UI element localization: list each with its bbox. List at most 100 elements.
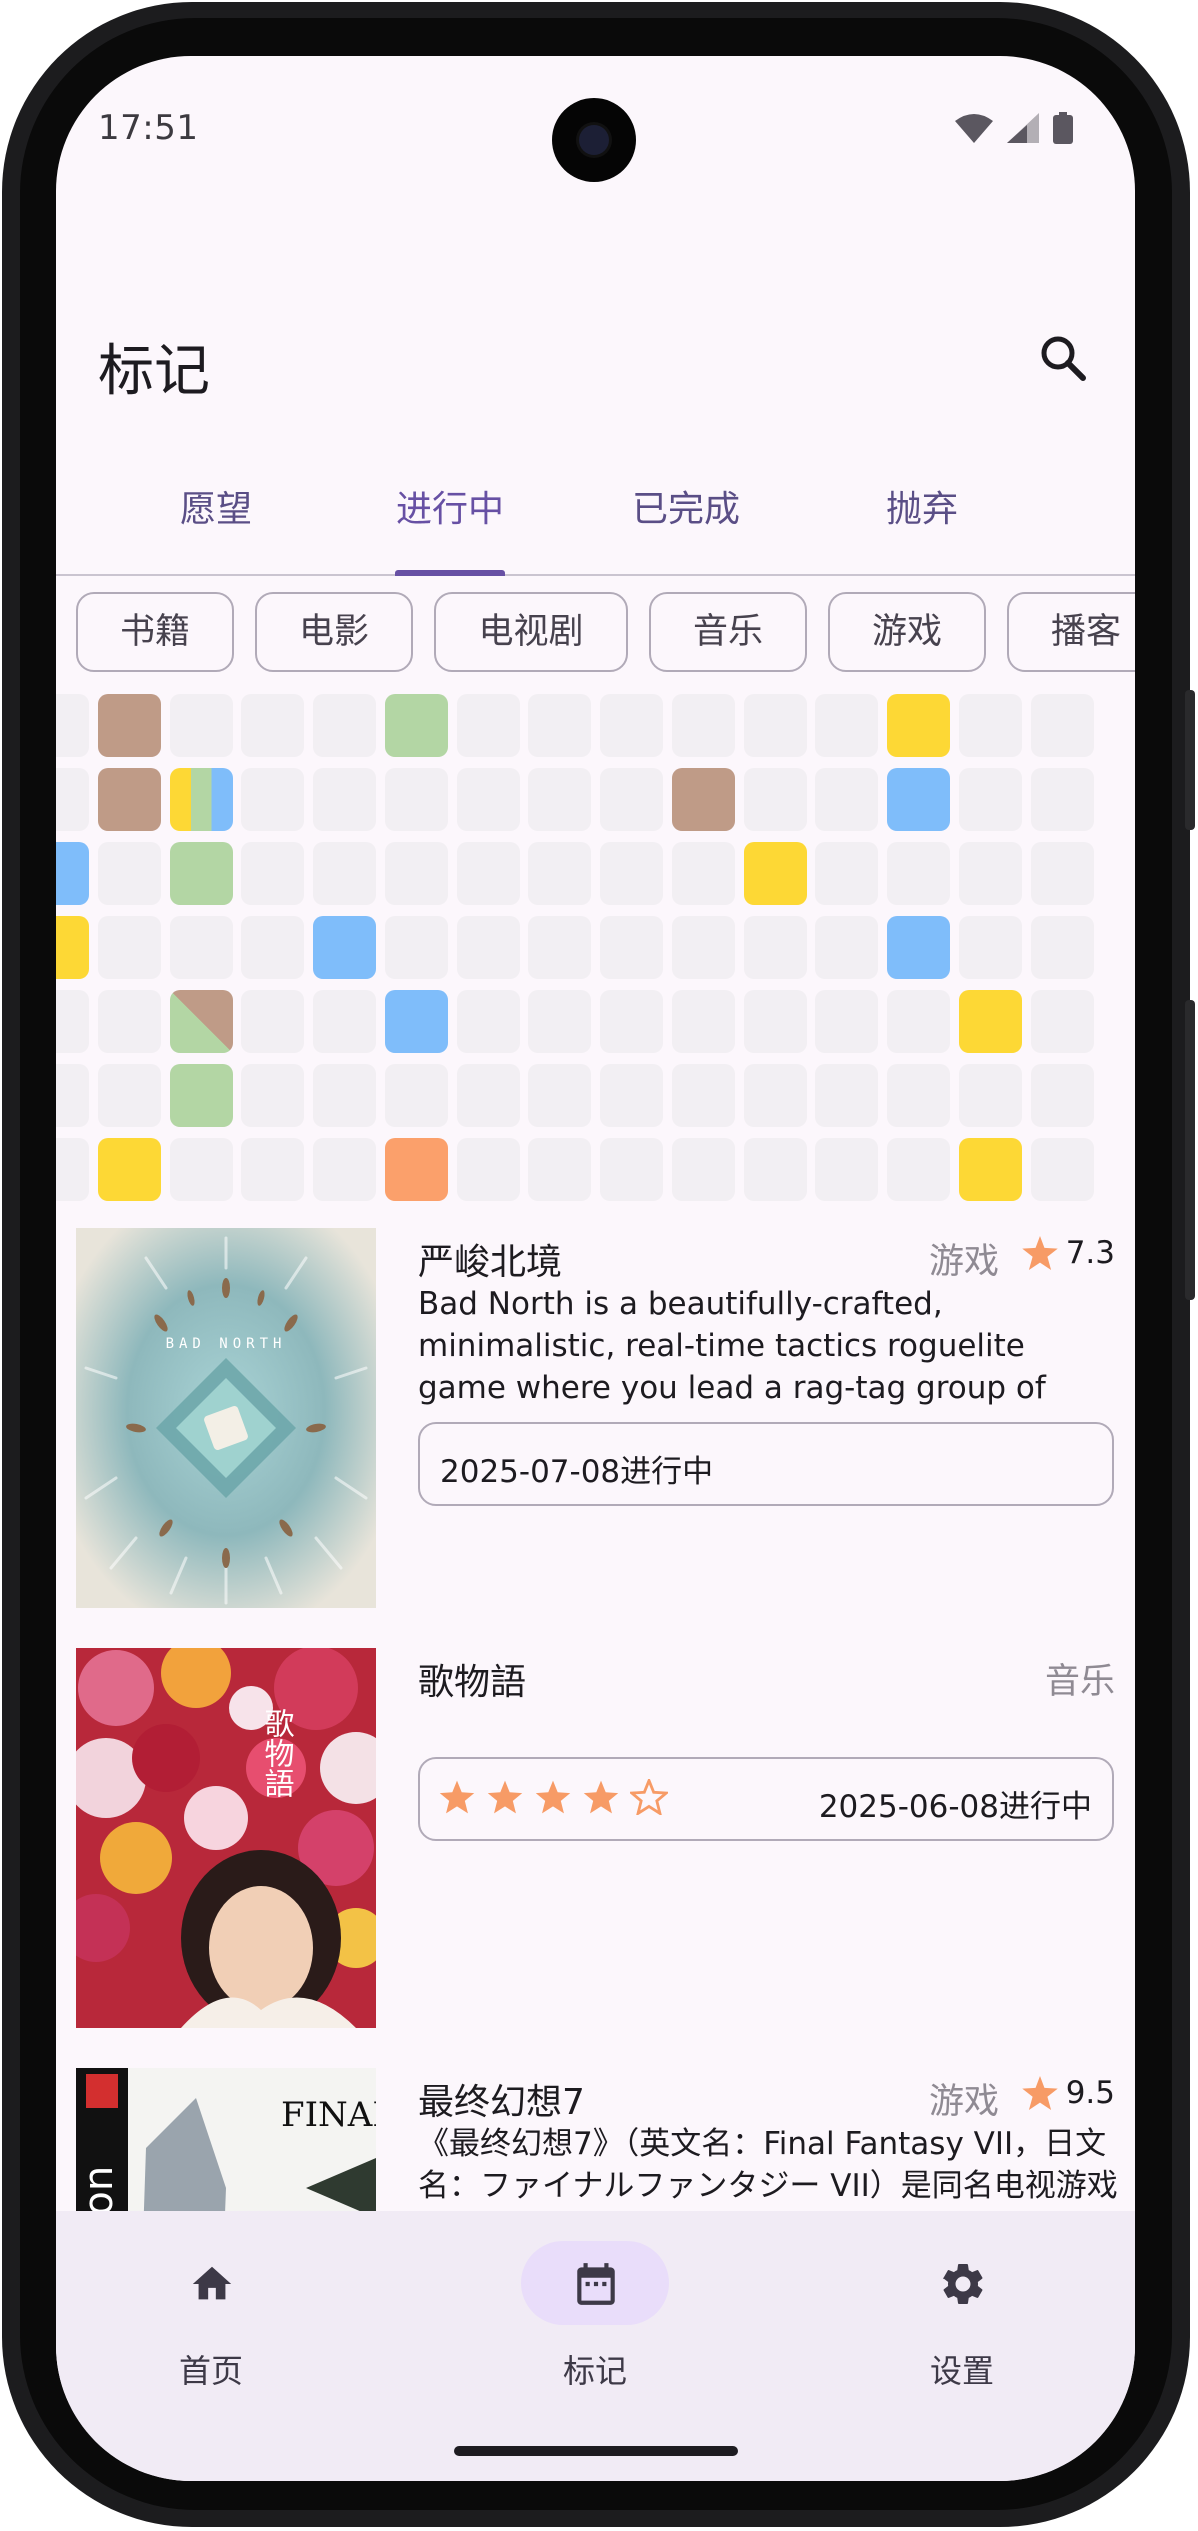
item-title: 严峻北境 bbox=[418, 1242, 563, 1283]
heatmap-cell bbox=[528, 694, 592, 757]
rating-value: 7.3 bbox=[1065, 1235, 1115, 1271]
heatmap-cell bbox=[600, 990, 664, 1054]
heatmap-cell bbox=[528, 1138, 592, 1202]
cover-image: BAD NORTH bbox=[76, 1228, 376, 1608]
heatmap-cell bbox=[600, 694, 664, 757]
heatmap-cell bbox=[456, 768, 520, 832]
heatmap-cell bbox=[56, 842, 89, 906]
heatmap-cell bbox=[743, 1138, 807, 1202]
heatmap-cell bbox=[528, 1064, 592, 1128]
heatmap-cell bbox=[241, 842, 305, 906]
heatmap-cell bbox=[56, 990, 89, 1054]
heatmap-cell bbox=[815, 990, 879, 1054]
star-filled-icon[interactable] bbox=[486, 1779, 524, 1815]
heatmap-cell bbox=[313, 916, 377, 980]
heatmap-cell bbox=[600, 768, 664, 832]
heatmap-cell bbox=[887, 1138, 951, 1202]
nav-home[interactable]: 首页 bbox=[61, 2211, 361, 2411]
item-status[interactable]: 2025-06-08进行中 bbox=[418, 1757, 1114, 1841]
nav-settings[interactable]: 设置 bbox=[812, 2211, 1112, 2411]
heatmap-cell bbox=[958, 842, 1022, 906]
heatmap-cell bbox=[958, 916, 1022, 980]
heatmap-cell bbox=[169, 1138, 233, 1202]
heatmap-cell bbox=[671, 694, 735, 757]
chip-books[interactable]: 书籍 bbox=[76, 592, 234, 672]
heatmap-cell bbox=[384, 916, 448, 980]
nav-settings-label: 设置 bbox=[929, 2352, 994, 2390]
heatmap-cell bbox=[743, 916, 807, 980]
heatmap-cell bbox=[313, 694, 377, 757]
nav-marks[interactable]: 标记 bbox=[445, 2211, 745, 2411]
heatmap-cell bbox=[56, 1138, 89, 1202]
heatmap-cell bbox=[887, 990, 951, 1054]
heatmap-cell bbox=[1030, 694, 1094, 757]
cover-text: 歌物語 bbox=[259, 1708, 295, 1798]
heatmap-cell bbox=[743, 842, 807, 906]
item-category: 游戏 bbox=[928, 2082, 999, 2122]
heatmap-cell bbox=[456, 1064, 520, 1128]
heatmap-cell bbox=[743, 1064, 807, 1128]
heatmap-cell bbox=[241, 1138, 305, 1202]
status-time: 17:51 bbox=[98, 108, 199, 148]
heatmap-cell bbox=[1030, 842, 1094, 906]
chip-tv[interactable]: 电视剧 bbox=[434, 592, 628, 672]
heatmap-cell bbox=[958, 694, 1022, 757]
search-icon[interactable] bbox=[1035, 330, 1091, 386]
heatmap-cell bbox=[671, 990, 735, 1054]
star-filled-icon[interactable] bbox=[438, 1779, 476, 1815]
star-icon bbox=[1021, 2076, 1058, 2110]
heatmap-cell bbox=[241, 1064, 305, 1128]
heatmap-cell bbox=[743, 768, 807, 832]
heatmap-cell bbox=[241, 768, 305, 832]
heatmap-cell bbox=[958, 1138, 1022, 1202]
heatmap-cell bbox=[97, 694, 161, 757]
chip-music[interactable]: 音乐 bbox=[649, 592, 807, 672]
heatmap-cell bbox=[887, 1064, 951, 1128]
item-status[interactable]: 2025-07-08进行中 bbox=[418, 1422, 1114, 1506]
heatmap-cell bbox=[600, 1138, 664, 1202]
heatmap-cell bbox=[815, 842, 879, 906]
chip-movies[interactable]: 电影 bbox=[255, 592, 413, 672]
heatmap-cell bbox=[1030, 768, 1094, 832]
chip-podcasts[interactable]: 播客 bbox=[1007, 592, 1135, 672]
heatmap-cell bbox=[384, 768, 448, 832]
heatmap-cell bbox=[671, 916, 735, 980]
gesture-bar bbox=[454, 2446, 738, 2456]
heatmap-cell bbox=[815, 694, 879, 757]
heatmap-cell bbox=[241, 916, 305, 980]
heatmap-cell bbox=[169, 916, 233, 980]
heatmap-cell bbox=[384, 990, 448, 1054]
item-title: 最终幻想7 bbox=[418, 2082, 585, 2123]
heatmap-cell bbox=[528, 768, 592, 832]
heatmap-cell bbox=[528, 842, 592, 906]
star-filled-icon[interactable] bbox=[534, 1779, 572, 1815]
heatmap-cell bbox=[671, 1064, 735, 1128]
heatmap-cell bbox=[241, 694, 305, 757]
star-filled-icon[interactable] bbox=[582, 1779, 620, 1815]
cover-text: FINAL FAN bbox=[281, 2095, 376, 2135]
cover-text: BAD NORTH bbox=[166, 1336, 287, 1352]
heatmap-cell bbox=[313, 768, 377, 832]
bottom-navigation: 首页 标记 设置 bbox=[56, 2211, 1135, 2481]
heatmap-cell bbox=[97, 842, 161, 906]
system-icons bbox=[955, 112, 1073, 144]
rating-value: 9.5 bbox=[1065, 2075, 1115, 2111]
heatmap-cell bbox=[97, 1064, 161, 1128]
heatmap-cell bbox=[97, 990, 161, 1054]
heatmap-cell bbox=[456, 990, 520, 1054]
list-item[interactable]: BAD NORTH 严峻北境 游戏 7.3 Bad North is a bea… bbox=[56, 1221, 1135, 1621]
chip-games[interactable]: 游戏 bbox=[828, 592, 986, 672]
star-outline-icon[interactable] bbox=[630, 1779, 668, 1815]
heatmap-cell bbox=[815, 916, 879, 980]
gear-icon bbox=[942, 2264, 983, 2304]
heatmap-cell bbox=[671, 768, 735, 832]
signal-icon bbox=[1007, 113, 1039, 143]
list-item[interactable]: 歌物語 歌物語 音乐 2025-06-08进行中 bbox=[56, 1641, 1135, 2041]
heatmap-cell bbox=[169, 694, 233, 757]
front-camera bbox=[552, 98, 636, 182]
heatmap-cell bbox=[1030, 1064, 1094, 1128]
heatmap-cell bbox=[456, 1138, 520, 1202]
heatmap-cell bbox=[958, 768, 1022, 832]
heatmap-cell bbox=[887, 916, 951, 980]
wifi-icon bbox=[955, 114, 993, 143]
